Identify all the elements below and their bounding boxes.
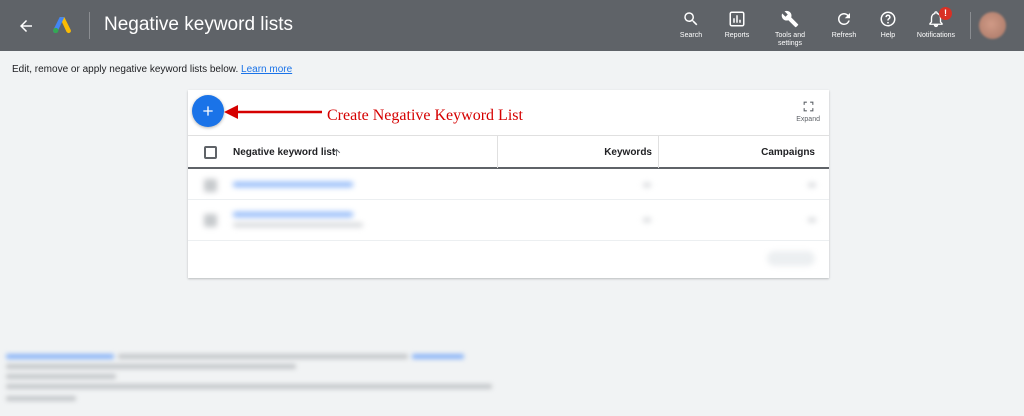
help-label: Help — [880, 32, 896, 39]
help-button[interactable]: Help — [862, 9, 914, 40]
table-header: Negative keyword list Keywords Campaigns — [188, 135, 829, 169]
header-divider — [89, 12, 90, 39]
search-icon — [681, 9, 701, 29]
reports-label: Reports — [724, 32, 750, 39]
annotation-arrow-icon — [224, 105, 322, 119]
expand-icon — [803, 101, 813, 112]
select-all-checkbox[interactable] — [204, 146, 217, 159]
column-header-campaigns[interactable]: Campaigns — [761, 147, 815, 158]
column-divider — [497, 136, 498, 168]
account-divider — [970, 12, 971, 39]
column-divider — [658, 136, 659, 168]
plus-icon — [203, 106, 213, 116]
avatar[interactable] — [979, 12, 1006, 39]
create-list-button[interactable] — [192, 95, 224, 127]
annotation-label: Create Negative Keyword List — [327, 107, 523, 124]
table-row[interactable] — [188, 170, 829, 200]
wrench-icon — [780, 9, 800, 29]
pagination-control[interactable] — [767, 251, 815, 266]
page-title: Negative keyword lists — [104, 14, 294, 35]
column-header-name[interactable]: Negative keyword list — [233, 147, 335, 158]
search-label: Search — [679, 32, 703, 39]
google-ads-logo[interactable] — [52, 15, 72, 35]
sort-ascending-icon[interactable] — [331, 147, 342, 158]
tools-and-settings-button[interactable]: Tools and settings — [764, 9, 816, 48]
top-app-bar: Negative keyword lists Search Reports To… — [0, 0, 1024, 51]
reports-icon — [727, 9, 747, 29]
column-header-keywords[interactable]: Keywords — [604, 147, 652, 158]
intro-text: Edit, remove or apply negative keyword l… — [12, 64, 292, 75]
notification-badge: ! — [939, 7, 952, 20]
reports-button[interactable]: Reports — [711, 9, 763, 40]
intro-description: Edit, remove or apply negative keyword l… — [12, 64, 239, 75]
refresh-icon — [834, 9, 854, 29]
search-button[interactable]: Search — [665, 9, 717, 40]
learn-more-link[interactable]: Learn more — [241, 64, 292, 75]
table-row[interactable] — [188, 201, 829, 241]
expand-label: Expand — [796, 116, 820, 123]
notifications-label: Notifications — [916, 32, 956, 39]
back-arrow-icon[interactable] — [14, 14, 38, 38]
expand-button[interactable]: Expand — [796, 100, 820, 123]
tools-and-settings-label: Tools and settings — [775, 32, 805, 47]
refresh-label: Refresh — [831, 32, 857, 39]
notifications-button[interactable]: ! Notifications — [910, 7, 962, 40]
help-icon — [878, 9, 898, 29]
